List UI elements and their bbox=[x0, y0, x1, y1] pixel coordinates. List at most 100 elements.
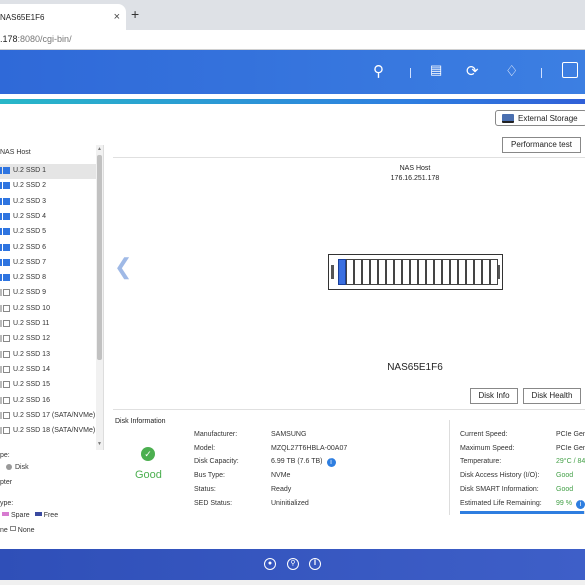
tree-item-checkbox[interactable] bbox=[3, 304, 10, 312]
drive-bay[interactable] bbox=[434, 259, 442, 285]
tree-item-label: U.2 SSD 10 bbox=[13, 304, 50, 312]
tree-root-label: NAS Host bbox=[0, 149, 31, 156]
tree-item[interactable]: U.2 SSD 6 bbox=[0, 241, 96, 256]
info-divider bbox=[449, 420, 450, 515]
drive-bay[interactable] bbox=[386, 259, 394, 285]
tree-item-checkbox[interactable] bbox=[3, 197, 10, 205]
tree-item[interactable]: U.2 SSD 1 bbox=[0, 164, 96, 179]
search-icon[interactable]: ⚲ bbox=[373, 62, 384, 80]
chevron-left-icon[interactable]: ❮ bbox=[114, 254, 132, 280]
close-icon[interactable]: × bbox=[114, 11, 120, 23]
tree-item-checkbox[interactable] bbox=[3, 381, 10, 389]
disk-tree: NAS Host U.2 SSD 1 U.2 SSD 2 U.2 SSD 3 U.2 … bbox=[0, 145, 104, 450]
drive-bay[interactable] bbox=[482, 259, 490, 285]
drive-bay[interactable] bbox=[362, 259, 370, 285]
drive-bay[interactable] bbox=[458, 259, 466, 285]
bell-icon[interactable]: ♢ bbox=[505, 62, 518, 80]
tree-item-checkbox[interactable] bbox=[3, 182, 10, 190]
drive-bay[interactable] bbox=[450, 259, 458, 285]
tree-scrollbar[interactable]: ▲ ▼ bbox=[96, 145, 103, 450]
drive-bay[interactable] bbox=[410, 259, 418, 285]
task-icon[interactable]: ▤ bbox=[430, 62, 442, 78]
tree-item-checkbox[interactable] bbox=[3, 427, 10, 435]
drive-bay[interactable] bbox=[370, 259, 378, 285]
tree-item[interactable]: U.2 SSD 9 bbox=[0, 286, 96, 301]
scrollbar-thumb[interactable] bbox=[97, 155, 102, 360]
info-value: 29°C / 84 bbox=[556, 458, 585, 466]
tree-item[interactable]: U.2 SSD 14 bbox=[0, 363, 96, 378]
rack-ear bbox=[331, 265, 334, 279]
tree-item-checkbox[interactable] bbox=[3, 365, 10, 373]
browser-tab-bar: NAS65E1F6 × + bbox=[0, 0, 585, 30]
disk-info-button[interactable]: Disk Info bbox=[470, 388, 518, 404]
drive-bay[interactable] bbox=[378, 259, 386, 285]
tree-item[interactable]: U.2 SSD 15 bbox=[0, 378, 96, 393]
drive-bay[interactable] bbox=[418, 259, 426, 285]
drive-bay[interactable] bbox=[474, 259, 482, 285]
info-key: Disk SMART Information: bbox=[460, 485, 539, 493]
tree-item-label: U.2 SSD 8 bbox=[13, 274, 47, 282]
tree-item-label: U.2 SSD 9 bbox=[13, 289, 47, 297]
tree-item-checkbox[interactable] bbox=[3, 243, 10, 251]
info-key: Bus Type: bbox=[194, 472, 226, 480]
tree-item[interactable]: U.2 SSD 5 bbox=[0, 225, 96, 240]
tree-item-checkbox[interactable] bbox=[3, 320, 10, 327]
tree-item[interactable]: U.2 SSD 17 (SATA/NVMe) bbox=[0, 409, 96, 424]
life-remaining-bar bbox=[460, 511, 585, 514]
tree-item[interactable]: U.2 SSD 18 (SATA/NVMe) bbox=[0, 424, 96, 439]
external-storage-button[interactable]: External Storage bbox=[495, 110, 585, 126]
pause-icon[interactable]: ‖ bbox=[309, 558, 321, 570]
tree-item-checkbox[interactable] bbox=[3, 411, 10, 419]
tree-item-checkbox[interactable] bbox=[3, 274, 10, 282]
none-swatch-icon bbox=[9, 526, 16, 531]
tree-item[interactable]: U.2 SSD 2 bbox=[0, 179, 96, 194]
tree-item-checkbox[interactable] bbox=[3, 350, 10, 358]
new-tab-button[interactable]: + bbox=[131, 6, 139, 22]
sync-icon[interactable]: ⟳ bbox=[466, 62, 479, 80]
drive-bay[interactable] bbox=[490, 259, 498, 285]
performance-test-button[interactable]: Performance test bbox=[502, 137, 581, 153]
tree-item-checkbox[interactable] bbox=[3, 396, 10, 404]
address-bar[interactable]: .178:8080/cgi-bin/ bbox=[0, 30, 585, 50]
drive-bay[interactable] bbox=[338, 259, 346, 285]
scroll-down-icon[interactable]: ▼ bbox=[97, 441, 102, 447]
tree-item-marker bbox=[0, 212, 2, 220]
drive-bay[interactable] bbox=[394, 259, 402, 285]
tree-item-label: U.2 SSD 3 bbox=[13, 197, 47, 205]
tree-item-checkbox[interactable] bbox=[3, 258, 10, 266]
info-icon[interactable]: i bbox=[575, 499, 585, 509]
tree-item[interactable]: U.2 SSD 13 bbox=[0, 348, 96, 363]
drive-bay[interactable] bbox=[426, 259, 434, 285]
header-divider bbox=[410, 68, 411, 78]
dashboard-icon[interactable]: ● bbox=[264, 558, 276, 570]
tree-item[interactable]: U.2 SSD 3 bbox=[0, 195, 96, 210]
tree-item[interactable]: U.2 SSD 7 bbox=[0, 256, 96, 271]
info-value: NVMe bbox=[271, 472, 291, 480]
drive-bay[interactable] bbox=[442, 259, 450, 285]
drive-bay[interactable] bbox=[466, 259, 474, 285]
drive-bay[interactable] bbox=[402, 259, 410, 285]
tree-item-label: U.2 SSD 17 (SATA/NVMe) bbox=[13, 411, 96, 419]
tree-item[interactable]: U.2 SSD 11 bbox=[0, 317, 96, 332]
tree-item[interactable]: U.2 SSD 12 bbox=[0, 332, 96, 347]
tree-item-checkbox[interactable] bbox=[3, 335, 10, 343]
tree-item-checkbox[interactable] bbox=[3, 212, 10, 220]
tree-item[interactable]: U.2 SSD 8 bbox=[0, 271, 96, 286]
info-key: Maximum Speed: bbox=[460, 444, 515, 452]
tree-item-checkbox[interactable] bbox=[3, 167, 10, 174]
tree-item[interactable]: U.2 SSD 16 bbox=[0, 394, 96, 409]
tree-item[interactable]: U.2 SSD 4 bbox=[0, 210, 96, 225]
tree-item[interactable]: U.2 SSD 10 bbox=[0, 302, 96, 317]
info-key: Manufacturer: bbox=[194, 431, 238, 438]
search-icon[interactable]: ⚲ bbox=[287, 558, 299, 570]
user-icon[interactable] bbox=[562, 62, 578, 78]
drive-bay[interactable] bbox=[346, 259, 354, 285]
disk-health-button[interactable]: Disk Health bbox=[523, 388, 581, 404]
tree-item-checkbox[interactable] bbox=[3, 289, 10, 297]
drive-bay[interactable] bbox=[354, 259, 362, 285]
browser-tab[interactable]: NAS65E1F6 × bbox=[0, 4, 126, 30]
tree-item-checkbox[interactable] bbox=[3, 228, 10, 236]
tree-item-label: U.2 SSD 6 bbox=[13, 243, 47, 251]
scroll-up-icon[interactable]: ▲ bbox=[97, 146, 102, 152]
info-icon[interactable]: i bbox=[326, 458, 336, 468]
